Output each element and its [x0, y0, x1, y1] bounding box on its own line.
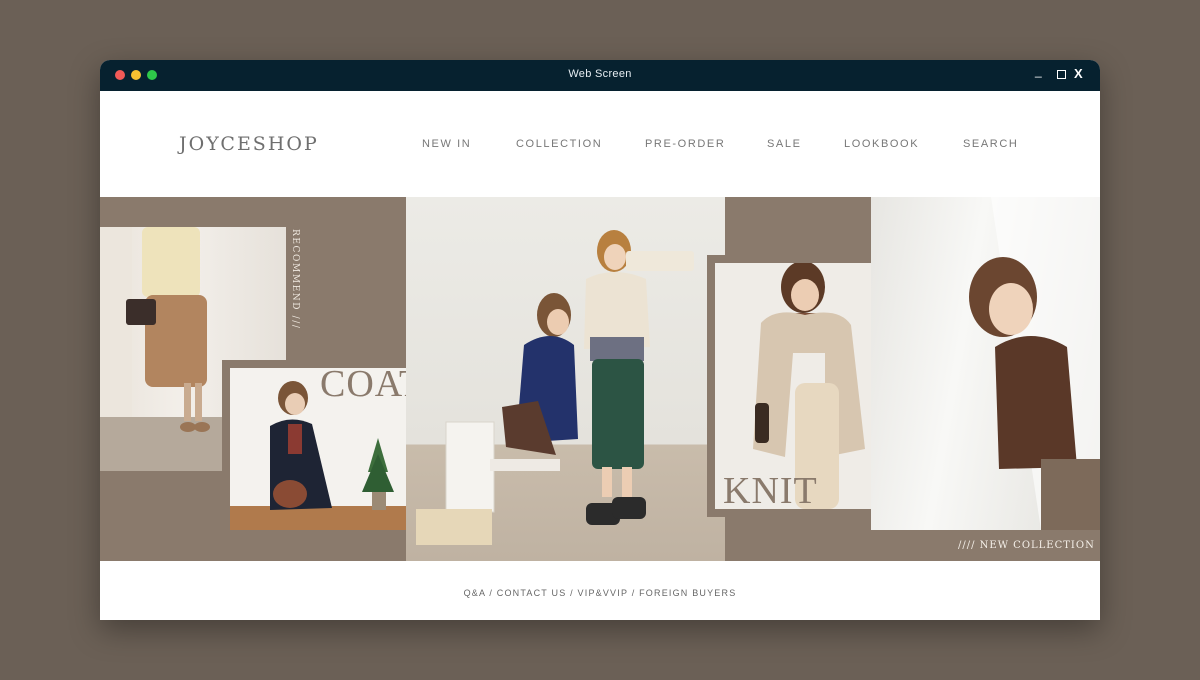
nav-lookbook[interactable]: LOOKBOOK — [844, 138, 919, 150]
site-footer: Q&A / CONTACT US / VIP&VVIP / FOREIGN BU… — [100, 561, 1100, 620]
window-title: Web Screen — [568, 68, 632, 80]
footer-links[interactable]: Q&A / CONTACT US / VIP&VVIP / FOREIGN BU… — [100, 588, 1100, 598]
minimize-icon[interactable]: _ — [1035, 64, 1042, 78]
site-header: JOYCESHOP NEW IN COLLECTION PRE-ORDER SA… — [100, 91, 1100, 197]
nav-search[interactable]: SEARCH — [963, 138, 1018, 150]
hero-photo-group[interactable] — [406, 197, 725, 561]
hero-banner[interactable]: RECOMMEND /// COAT KNIT //// NEW COLLECT… — [100, 197, 1100, 561]
browser-window: Web Screen _ X JOYCESHOP NEW IN COLLECTI… — [100, 60, 1100, 620]
site-logo[interactable]: JOYCESHOP — [179, 133, 319, 155]
hero-photo-portrait[interactable] — [871, 197, 1100, 530]
maximize-icon[interactable] — [1057, 70, 1066, 79]
knit-label: KNIT — [723, 470, 818, 509]
window-titlebar: Web Screen _ X — [100, 60, 1100, 91]
nav-sale[interactable]: SALE — [767, 138, 802, 150]
nav-new-in[interactable]: NEW IN — [422, 138, 471, 150]
nav-collection[interactable]: COLLECTION — [516, 138, 602, 150]
nav-pre-order[interactable]: PRE-ORDER — [645, 138, 725, 150]
recommend-label: RECOMMEND /// — [290, 229, 300, 330]
new-collection-label: //// NEW COLLECTION — [958, 540, 1095, 551]
close-icon[interactable]: X — [1074, 67, 1083, 81]
